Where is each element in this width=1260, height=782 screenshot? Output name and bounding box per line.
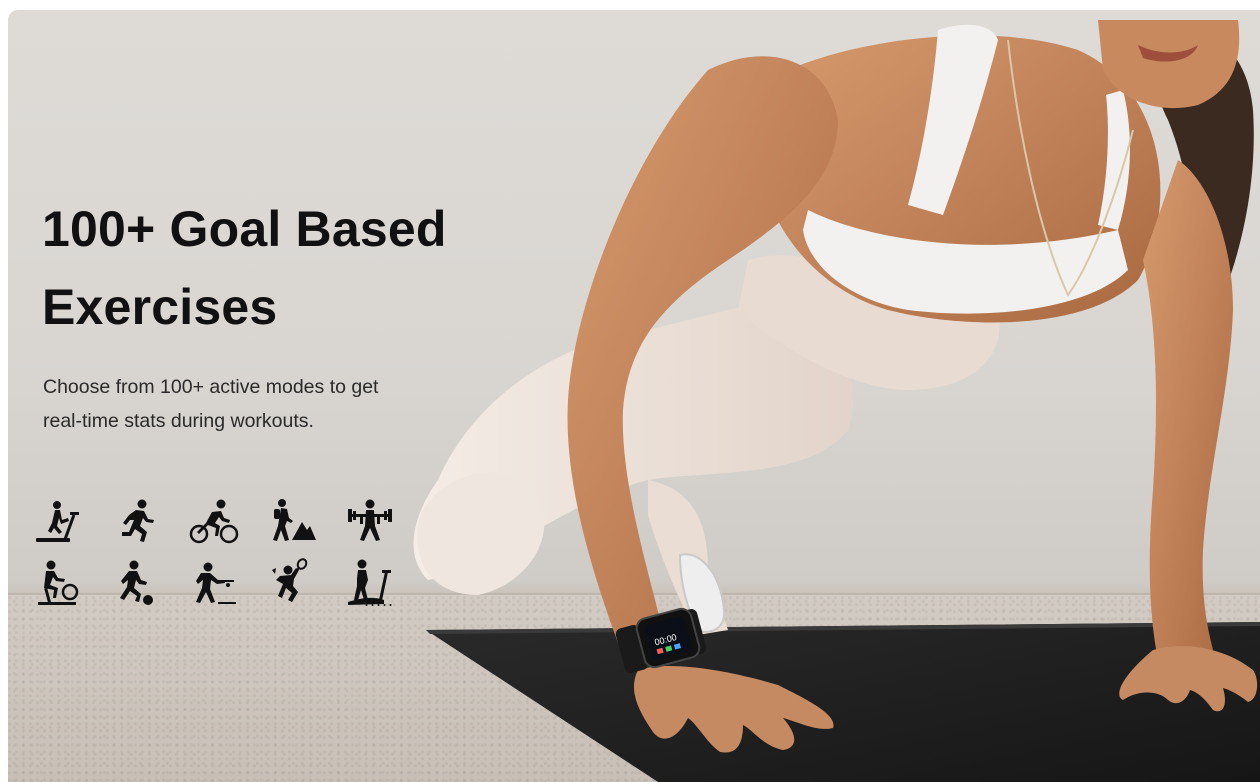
subtext-line-1: Choose from 100+ active modes to get xyxy=(43,376,379,398)
treadmill-icon xyxy=(32,496,84,548)
cycling-icon xyxy=(188,496,240,548)
more-indicator: ..... xyxy=(364,590,395,610)
headline-line-1: 100+ Goal Based xyxy=(42,201,447,257)
subtext: Choose from 100+ active modes to get rea… xyxy=(43,370,463,438)
soccer-icon xyxy=(110,558,162,610)
product-banner: 00:00 100+ Goal Based Exercises Choose f… xyxy=(8,10,1260,782)
yoga-mat xyxy=(426,622,1260,782)
headline: 100+ Goal Based Exercises xyxy=(42,190,562,346)
weightlifting-icon xyxy=(344,496,396,548)
headline-line-2: Exercises xyxy=(42,279,278,335)
running-icon xyxy=(110,496,162,548)
spinning-bike-icon xyxy=(32,558,84,610)
right-arm xyxy=(1143,160,1233,660)
subtext-line-2: real-time stats during workouts. xyxy=(43,410,314,432)
shuffleboard-icon xyxy=(188,558,240,610)
badminton-icon xyxy=(266,558,318,610)
hiking-icon xyxy=(266,496,318,548)
